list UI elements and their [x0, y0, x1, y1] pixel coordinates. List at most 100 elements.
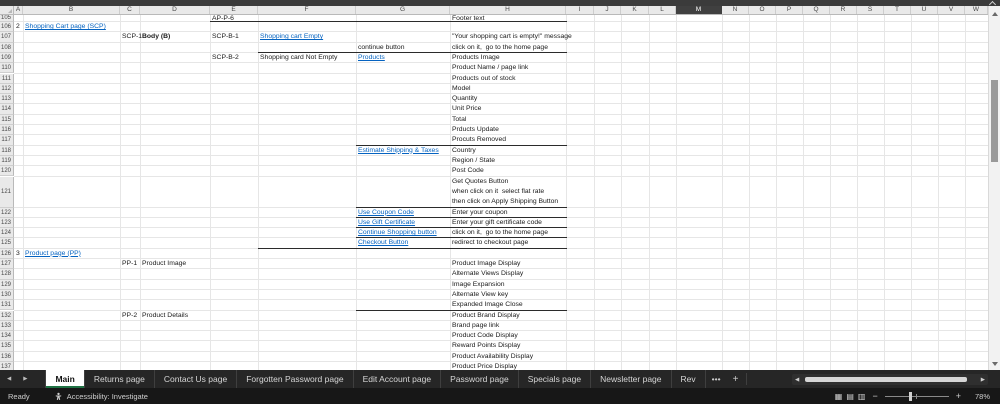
- horizontal-scroll-thumb[interactable]: [805, 377, 967, 382]
- zoom-out-button[interactable]: −: [872, 391, 877, 401]
- row-header-134[interactable]: 134: [0, 331, 14, 342]
- cell-D132[interactable]: Product Details: [142, 311, 188, 321]
- cell-H134[interactable]: Product Code Display: [452, 331, 518, 341]
- page-break-view-icon[interactable]: ▥: [858, 392, 866, 401]
- row-header-122[interactable]: 122: [0, 207, 14, 218]
- row-header-110[interactable]: 110: [0, 63, 14, 74]
- horizontal-scrollbar[interactable]: ◀ ▶: [792, 374, 988, 385]
- zoom-slider[interactable]: [884, 391, 949, 401]
- cell-H112[interactable]: Model: [452, 84, 471, 94]
- column-header-N[interactable]: N: [722, 6, 749, 14]
- column-header-W[interactable]: W: [965, 6, 988, 14]
- vertical-scroll-thumb[interactable]: [991, 80, 998, 162]
- cell-B106[interactable]: Shopping Cart page (SCP): [25, 22, 106, 32]
- sheet-nav-right-icon[interactable]: ▶: [23, 376, 27, 382]
- row-header-113[interactable]: 113: [0, 94, 14, 105]
- column-header-R[interactable]: R: [830, 6, 857, 14]
- cell-H118[interactable]: Country: [452, 146, 476, 156]
- sheet-tab-forgotten-password-page[interactable]: Forgotten Password page: [237, 370, 354, 388]
- column-header-M[interactable]: M: [676, 6, 722, 14]
- horizontal-scroll-track[interactable]: [802, 374, 978, 385]
- sheet-tab-newsletter-page[interactable]: Newsletter page: [591, 370, 672, 388]
- row-header-136[interactable]: 136: [0, 351, 14, 362]
- row-header-130[interactable]: 130: [0, 289, 14, 301]
- column-header-A[interactable]: A: [14, 6, 23, 14]
- column-header-O[interactable]: O: [749, 6, 776, 14]
- cell-A126[interactable]: 3: [16, 249, 20, 259]
- scroll-right-icon[interactable]: ▶: [978, 377, 988, 383]
- cell-H130[interactable]: Alternate View key: [452, 290, 508, 300]
- cell-A106[interactable]: 2: [16, 22, 20, 32]
- cell-G109[interactable]: Products: [358, 53, 385, 63]
- row-header-116[interactable]: 116: [0, 125, 14, 136]
- row-header-129[interactable]: 129: [0, 279, 14, 290]
- column-header-F[interactable]: F: [258, 6, 356, 14]
- cell-H113[interactable]: Quantity: [452, 94, 477, 104]
- row-header-123[interactable]: 123: [0, 217, 14, 229]
- cell-H136[interactable]: Product Availability Display: [452, 352, 533, 362]
- cell-H115[interactable]: Total: [452, 115, 466, 125]
- accessibility-status[interactable]: Accessibility: Investigate: [44, 392, 148, 401]
- cell-E107[interactable]: SCP-B-1: [212, 32, 239, 42]
- row-header-112[interactable]: 112: [0, 83, 14, 95]
- row-header-106[interactable]: 106: [0, 22, 14, 33]
- cell-H135[interactable]: Reward Points Display: [452, 341, 520, 351]
- row-header-124[interactable]: 124: [0, 228, 14, 239]
- column-header-I[interactable]: I: [566, 6, 594, 14]
- row-header-120[interactable]: 120: [0, 166, 14, 177]
- cell-H132[interactable]: Product Brand Display: [452, 311, 520, 321]
- row-header-128[interactable]: 128: [0, 269, 14, 280]
- cell-H133[interactable]: Brand page link: [452, 321, 499, 331]
- cell-H107[interactable]: "Your shopping cart is empty!" message: [452, 32, 572, 42]
- column-header-E[interactable]: E: [210, 6, 258, 14]
- cell-H109[interactable]: Products Image: [452, 53, 500, 63]
- column-header-G[interactable]: G: [356, 6, 450, 14]
- row-header-131[interactable]: 131: [0, 300, 14, 311]
- add-sheet-button[interactable]: +: [727, 370, 745, 388]
- normal-view-icon[interactable]: ▦: [835, 392, 843, 401]
- sheet-tab-main[interactable]: Main: [45, 370, 85, 388]
- column-header-D[interactable]: D: [140, 6, 210, 14]
- sheet-tab-rev[interactable]: Rev: [672, 370, 706, 388]
- row-header-108[interactable]: 108: [0, 42, 14, 53]
- row-header-109[interactable]: 109: [0, 52, 14, 64]
- cell-H129[interactable]: Image Expansion: [452, 280, 505, 290]
- row-header-127[interactable]: 127: [0, 259, 14, 270]
- row-header-117[interactable]: 117: [0, 135, 14, 146]
- column-header-U[interactable]: U: [911, 6, 938, 14]
- row-header-119[interactable]: 119: [0, 155, 14, 167]
- column-header-B[interactable]: B: [23, 6, 120, 14]
- cell-H110[interactable]: Product Name / page link: [452, 63, 528, 73]
- column-header-L[interactable]: L: [649, 6, 676, 14]
- cell-G118[interactable]: Estimate Shipping & Taxes: [358, 146, 439, 156]
- cell-H116[interactable]: Prducts Update: [452, 125, 499, 135]
- sheet-nav-left-icon[interactable]: ◀: [7, 376, 11, 382]
- cell-F107[interactable]: Shopping cart Empty: [260, 32, 323, 42]
- select-all-corner[interactable]: [0, 6, 14, 14]
- row-header-126[interactable]: 126: [0, 248, 14, 259]
- row-header-133[interactable]: 133: [0, 320, 14, 332]
- sheet-tab-returns-page[interactable]: Returns page: [85, 370, 155, 388]
- cell-H111[interactable]: Products out of stock: [452, 74, 515, 84]
- column-header-P[interactable]: P: [776, 6, 803, 14]
- row-header-107[interactable]: 107: [0, 32, 14, 43]
- cell-C132[interactable]: PP-2: [122, 311, 137, 321]
- column-header-C[interactable]: C: [120, 6, 140, 14]
- cell-H128[interactable]: Alternate Views Display: [452, 269, 523, 279]
- column-header-S[interactable]: S: [857, 6, 884, 14]
- row-header-111[interactable]: 111: [0, 73, 14, 84]
- scroll-left-icon[interactable]: ◀: [792, 377, 802, 383]
- column-header-V[interactable]: V: [938, 6, 965, 14]
- row-header-137[interactable]: 137: [0, 362, 14, 370]
- cell-C127[interactable]: PP-1: [122, 259, 137, 269]
- cell-D107[interactable]: Body (B): [142, 32, 170, 42]
- zoom-in-button[interactable]: +: [956, 391, 961, 401]
- sheet-tab-edit-account-page[interactable]: Edit Account page: [354, 370, 442, 388]
- cell-F109[interactable]: Shopping card Not Empty: [260, 53, 337, 63]
- row-header-135[interactable]: 135: [0, 341, 14, 352]
- column-header-K[interactable]: K: [621, 6, 649, 14]
- column-header-T[interactable]: T: [884, 6, 911, 14]
- page-layout-view-icon[interactable]: ▤: [846, 392, 854, 401]
- cell-E109[interactable]: SCP-B-2: [212, 53, 239, 63]
- row-header-121[interactable]: 121: [0, 176, 14, 208]
